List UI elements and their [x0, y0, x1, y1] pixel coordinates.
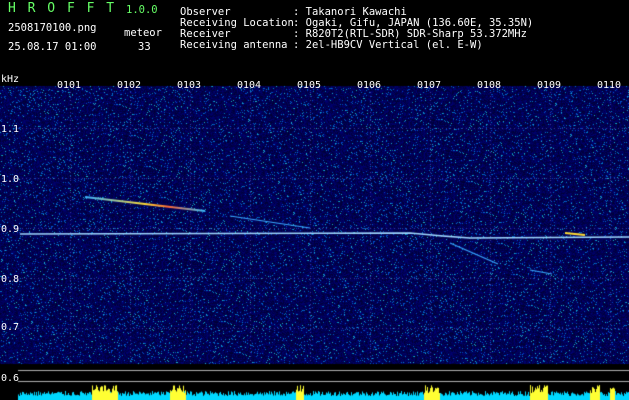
- x-tick-label: 0103: [177, 80, 202, 91]
- x-tick-label: 0110: [597, 80, 622, 91]
- file-datetime: 25.08.17 01:00: [8, 41, 97, 53]
- meteor-label: meteor: [124, 27, 162, 39]
- x-tick-label: 0104: [237, 80, 262, 91]
- info-label-antenna: Receiving antenna: [180, 39, 288, 51]
- y-tick-label: 0.7: [1, 322, 20, 333]
- y-tick-label: 0.6: [1, 373, 20, 384]
- x-tick-label: 0106: [357, 80, 382, 91]
- x-tick-label: 0109: [537, 80, 562, 91]
- header: H R O F F T 1.0.0 2508170100.png 25.08.1…: [0, 0, 629, 78]
- x-tick-label: 0107: [417, 80, 442, 91]
- x-tick-label: 0105: [297, 80, 322, 91]
- y-tick-label: 1.1: [1, 124, 20, 135]
- x-tick-label: 0102: [117, 80, 142, 91]
- app-name: H R O F F T: [8, 1, 117, 16]
- file-name: 2508170100.png: [8, 22, 97, 34]
- y-tick-label: 0.8: [1, 274, 20, 285]
- x-tick-label: 0108: [477, 80, 502, 91]
- meteor-count: 33: [138, 41, 151, 53]
- app-version: 1.0.0: [126, 4, 158, 16]
- y-tick-label: 0.9: [1, 224, 20, 235]
- info-value-antenna: : 2el-HB9CV Vertical (el. E-W): [293, 39, 483, 51]
- spectrogram: [0, 78, 629, 400]
- x-tick-label: 0101: [57, 80, 82, 91]
- y-axis-unit: kHz: [1, 74, 20, 85]
- y-tick-label: 1.0: [1, 174, 20, 185]
